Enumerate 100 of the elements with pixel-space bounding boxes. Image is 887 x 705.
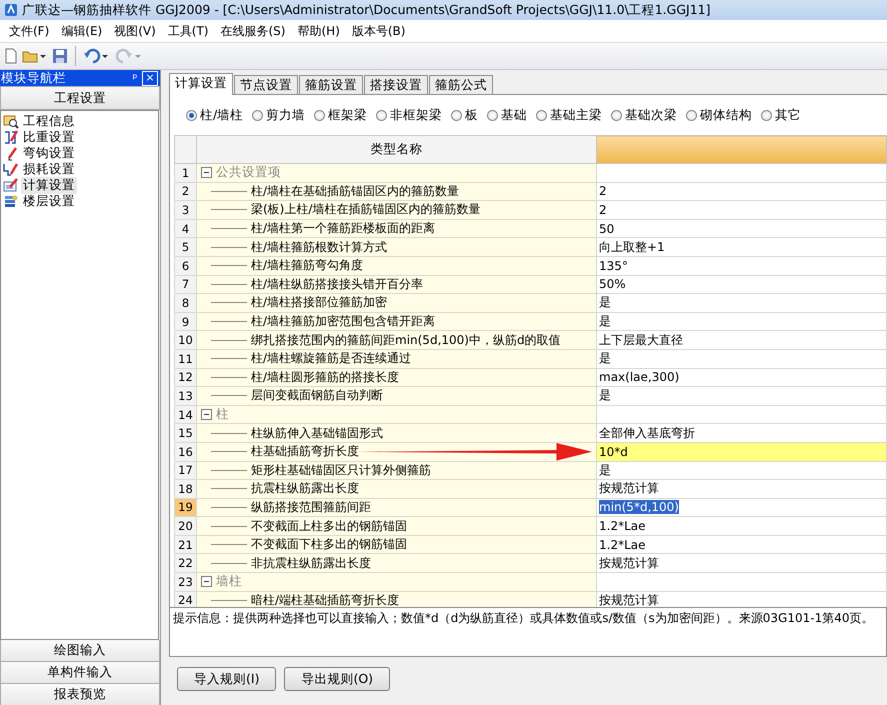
radio-option[interactable]: 非框架梁 (376, 106, 442, 124)
radio-button[interactable] (536, 110, 548, 120)
nav-section-button[interactable]: 单构件输入 (0, 662, 160, 684)
value-cell[interactable]: 全部伸入基底弯折 (596, 424, 886, 442)
row-number: 10 (174, 330, 196, 350)
nav-item[interactable]: 比重设置 (21, 128, 77, 146)
radio-button[interactable] (186, 110, 197, 120)
nav-item[interactable]: 楼层设置 (21, 192, 77, 210)
new-file-icon[interactable] (4, 46, 18, 66)
row-number: 1 (174, 164, 196, 182)
save-icon[interactable] (52, 46, 68, 66)
radio-option[interactable]: 剪力墙 (252, 106, 306, 124)
radio-button[interactable] (376, 110, 388, 120)
menu-item[interactable]: 编辑(E) (56, 20, 108, 42)
menu-item[interactable]: 视图(V) (109, 20, 161, 42)
radio-option[interactable]: 柱/墙柱 (186, 106, 244, 124)
row-number: 4 (174, 219, 196, 238)
value-cell[interactable]: 是 (596, 312, 886, 331)
row-number: 12 (174, 368, 196, 387)
value-cell[interactable]: 向上取整+1 (596, 238, 886, 256)
radio-option[interactable]: 砌体结构 (686, 106, 752, 124)
panel-title: 模块导航栏 (1, 70, 67, 86)
value-cell[interactable]: 按规范计算 (596, 480, 886, 498)
value-cell[interactable]: 按规范计算 (596, 591, 886, 607)
close-button[interactable]: × (142, 70, 158, 86)
row-number: 3 (174, 200, 196, 220)
window-title: 广联达—钢筋抽样软件 GGJ2009 - [C:\Users\Administrator\Documents\GrandSoft Projects\GGJ\11.0\工程1.GGJ11] (22, 2, 711, 18)
setting-name: 不变截面上柱多出的钢筋锚固 (251, 518, 407, 534)
setting-name: 柱/墙柱箍筋根数计算方式 (251, 238, 388, 256)
tab[interactable]: 计算设置 (169, 73, 233, 95)
setting-name: 柱/墙柱箍筋弯勾角度 (251, 257, 364, 274)
radio-option[interactable]: 框架梁 (314, 106, 368, 124)
row-number: 9 (174, 312, 196, 331)
collapse-toggle[interactable] (201, 576, 212, 588)
value-cell[interactable]: 10*d (596, 442, 886, 461)
radio-button[interactable] (252, 110, 264, 120)
tab[interactable]: 箍筋设置 (299, 75, 363, 94)
row-number: 20 (174, 516, 196, 536)
setting-name: 矩形柱基础锚固区只计算外侧箍筋 (251, 462, 431, 479)
tab[interactable]: 节点设置 (234, 75, 298, 94)
value-cell[interactable]: 2 (596, 182, 886, 201)
radio-button[interactable] (314, 110, 326, 120)
setting-name: 柱/墙柱在基础插筋锚固区内的箍筋数量 (251, 183, 460, 200)
setting-name: 非抗震柱纵筋露出长度 (251, 554, 371, 572)
value-cell[interactable]: min(5*d,100) (596, 498, 886, 517)
collapse-toggle[interactable] (201, 409, 212, 420)
radio-option[interactable]: 基础 (487, 106, 528, 124)
nav-section-button[interactable]: 绘图输入 (0, 640, 160, 662)
nav-item[interactable]: 工程信息 (21, 112, 77, 130)
menu-item[interactable]: 帮助(H) (292, 20, 345, 42)
value-cell[interactable]: 50% (596, 275, 886, 294)
setting-name: 层间变截面钢筋自动判断 (251, 388, 383, 404)
tab[interactable]: 箍筋公式 (429, 75, 493, 94)
value-cell[interactable]: 是 (596, 294, 886, 312)
menu-item[interactable]: 文件(F) (4, 20, 54, 42)
menu-item[interactable]: 在线服务(S) (216, 20, 290, 42)
radio-option[interactable]: 板 (451, 106, 478, 124)
undo-icon[interactable] (83, 46, 111, 66)
nav-item[interactable]: 计算设置 (21, 176, 77, 194)
value-cell[interactable]: 1.2*Lae (596, 535, 886, 554)
section-header[interactable]: 工程设置 (0, 86, 160, 110)
setting-name: 柱纵筋伸入基础锚固形式 (251, 424, 383, 442)
value-cell[interactable]: 2 (596, 200, 886, 220)
menu-item[interactable]: 工具(T) (162, 20, 214, 42)
rule-button[interactable]: 导入规则(I) (177, 667, 276, 691)
group-label: 柱 (216, 406, 229, 423)
row-number: 11 (174, 349, 196, 368)
rule-button[interactable]: 导出规则(O) (284, 667, 390, 691)
row-number: 19 (174, 498, 196, 517)
radio-button[interactable] (487, 110, 498, 120)
group-label: 公共设置项 (216, 164, 281, 182)
radio-option[interactable]: 基础次梁 (611, 106, 678, 124)
nav-item[interactable]: 损耗设置 (21, 160, 77, 178)
row-number: 22 (174, 554, 196, 573)
menu-item[interactable]: 版本号(B) (346, 20, 410, 42)
value-cell[interactable]: max(lae,300) (596, 368, 886, 387)
setting-name: 柱基础插筋弯折长度 (251, 443, 359, 460)
radio-button[interactable] (761, 110, 772, 120)
value-cell[interactable]: 是 (596, 461, 886, 480)
value-cell[interactable]: 是 (596, 386, 886, 406)
setting-name: 柱/墙柱第一个箍筋距楼板面的距离 (251, 220, 436, 237)
tab[interactable]: 搭接设置 (364, 75, 428, 94)
nav-section-button[interactable]: 报表预览 (0, 684, 160, 705)
radio-option[interactable]: 基础主梁 (536, 106, 602, 124)
row-number: 7 (174, 275, 196, 294)
radio-option[interactable]: 其它 (761, 106, 802, 124)
radio-button[interactable] (611, 110, 622, 120)
pin-button[interactable]: ᵖ (128, 71, 142, 85)
value-cell[interactable]: 上下层最大直径 (596, 330, 886, 350)
collapse-toggle[interactable] (201, 167, 212, 178)
value-cell[interactable]: 50 (596, 219, 886, 238)
radio-button[interactable] (686, 110, 698, 120)
row-number: 21 (174, 535, 196, 554)
value-cell[interactable]: 135° (596, 256, 886, 276)
row-number: 8 (174, 294, 196, 312)
value-cell[interactable]: 1.2*Lae (596, 516, 886, 536)
radio-button[interactable] (451, 110, 462, 120)
value-cell[interactable]: 按规范计算 (596, 554, 886, 573)
value-cell[interactable]: 是 (596, 349, 886, 368)
nav-item[interactable]: 弯钩设置 (21, 144, 77, 162)
